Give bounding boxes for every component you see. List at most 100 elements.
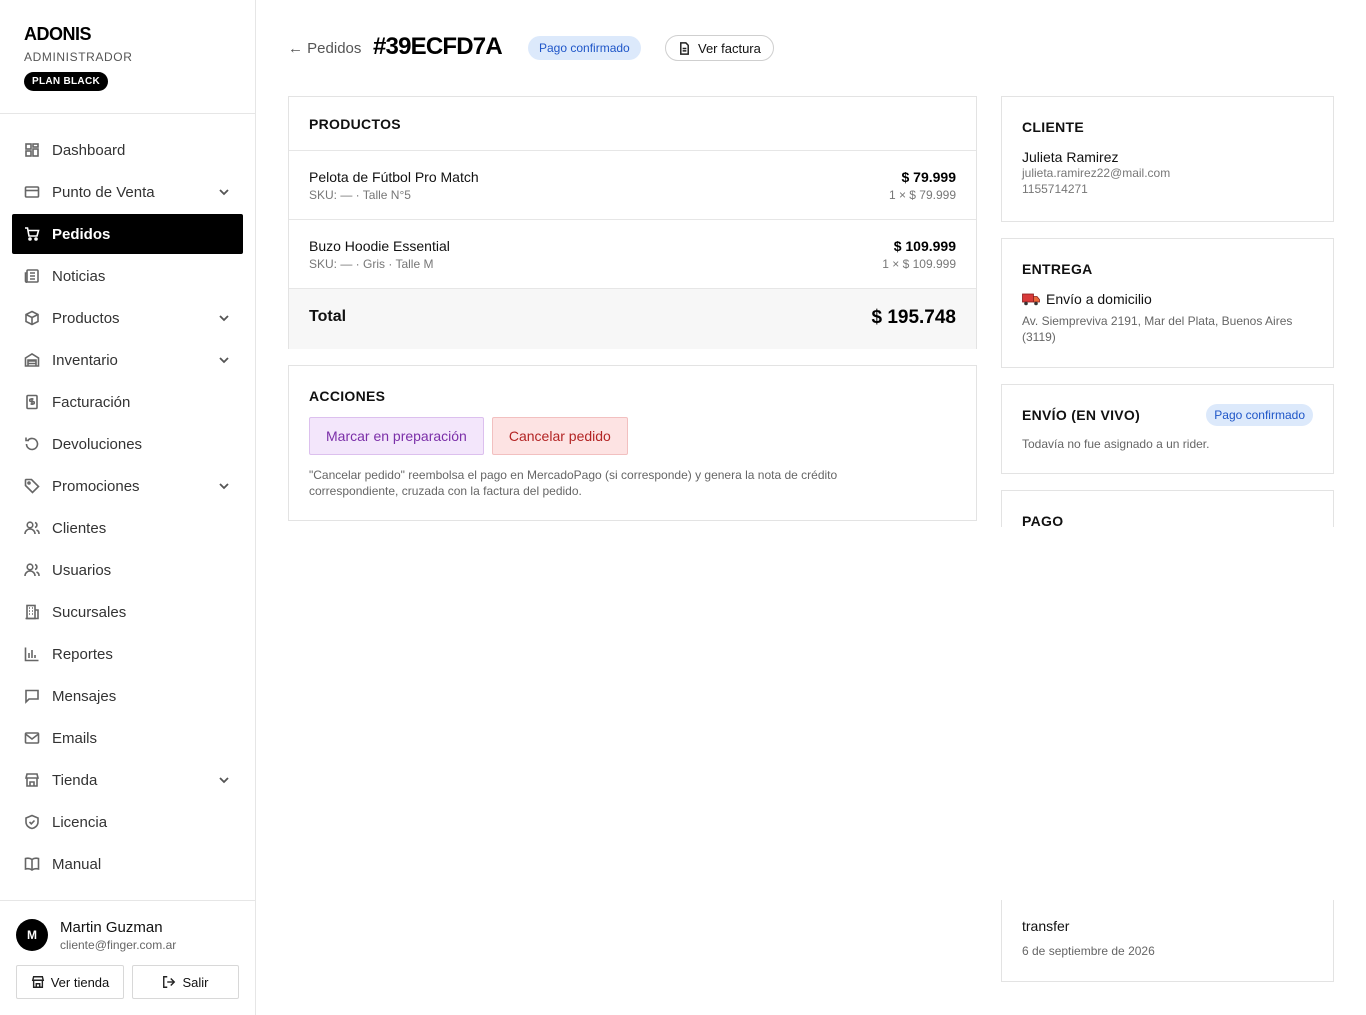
product-row: Pelota de Fútbol Pro Match SKU: — · Tall…: [289, 151, 976, 220]
truck-icon: [1022, 293, 1040, 306]
payment-title: PAGO: [1022, 513, 1064, 527]
sidebar-item-promociones[interactable]: Promociones: [12, 466, 243, 506]
view-invoice-button[interactable]: Ver factura: [665, 35, 774, 61]
cart-icon: [24, 226, 40, 242]
total-value: $ 195.748: [871, 307, 956, 328]
sidebar-item-usuarios[interactable]: Usuarios: [12, 550, 243, 590]
sidebar-item-emails[interactable]: Emails: [12, 718, 243, 758]
mark-preparing-button[interactable]: Marcar en preparación: [309, 417, 484, 455]
view-invoice-label: Ver factura: [698, 40, 761, 56]
sidebar-item-sucursales[interactable]: Sucursales: [12, 592, 243, 632]
sidebar-item-facturacion[interactable]: Facturación: [12, 382, 243, 422]
sidebar-nav: Dashboard Punto de Venta Pedidos Noticias Pr…: [0, 114, 255, 884]
chevron-down-icon[interactable]: [217, 353, 231, 367]
store-icon: [24, 772, 40, 788]
sidebar-item-label: Pedidos: [52, 225, 111, 243]
sidebar: ADONIS ADMINISTRADOR PLAN BLACK Dashboar…: [0, 0, 256, 1015]
sidebar-item-label: Emails: [52, 729, 98, 747]
sidebar-item-licencia[interactable]: Licencia: [12, 802, 243, 842]
users-icon: [24, 520, 40, 536]
product-sku: SKU: — · Talle N°5: [309, 188, 411, 202]
invoice-icon: [24, 394, 40, 410]
client-card: CLIENTE Julieta Ramirez julieta.ramirez2…: [1001, 96, 1334, 222]
actions-card: ACCIONES Marcar en preparación Cancelar …: [288, 365, 977, 521]
plan-badge: PLAN BLACK: [24, 72, 108, 91]
sidebar-item-productos[interactable]: Productos: [12, 298, 243, 338]
sidebar-item-dashboard[interactable]: Dashboard: [12, 130, 243, 170]
view-store-button[interactable]: Ver tienda: [16, 965, 124, 999]
cancel-order-button[interactable]: Cancelar pedido: [491, 417, 628, 455]
book-icon: [24, 856, 40, 872]
message-icon: [24, 688, 40, 704]
live-status-badge: Pago confirmado: [1206, 404, 1313, 426]
chevron-down-icon[interactable]: [217, 773, 231, 787]
sidebar-item-label: Usuarios: [52, 561, 112, 579]
sidebar-item-mensajes[interactable]: Mensajes: [12, 676, 243, 716]
sidebar-item-reportes[interactable]: Reportes: [12, 634, 243, 674]
client-email: julieta.ramirez22@mail.com: [1022, 166, 1171, 180]
sidebar-item-devoluciones[interactable]: Devoluciones: [12, 424, 243, 464]
sidebar-item-label: Mensajes: [52, 687, 117, 705]
avatar: M: [16, 919, 48, 951]
user-email: cliente@finger.com.ar: [60, 938, 177, 952]
logout-button[interactable]: Salir: [132, 965, 239, 999]
sidebar-item-pedidos[interactable]: Pedidos: [12, 214, 243, 254]
sidebar-item-label: Inventario: [52, 351, 118, 369]
sidebar-item-label: Manual: [52, 855, 102, 873]
chevron-down-icon[interactable]: [217, 479, 231, 493]
product-quantity: 1 × $ 109.999: [882, 257, 956, 271]
chevron-down-icon[interactable]: [217, 311, 231, 325]
payment-method: transfer: [1022, 918, 1070, 934]
sidebar-item-tienda[interactable]: Tienda: [12, 760, 243, 800]
sidebar-item-label: Tienda: [52, 771, 98, 789]
total-row: Total $ 195.748: [289, 289, 976, 349]
live-shipping-card: ENVÍO (EN VIVO) Pago confirmado Todavía …: [1001, 384, 1334, 474]
return-icon: [24, 436, 40, 452]
warehouse-icon: [24, 352, 40, 368]
newspaper-icon: [24, 268, 40, 284]
sidebar-item-label: Facturación: [52, 393, 131, 411]
view-store-label: Ver tienda: [50, 974, 110, 990]
sidebar-item-inventario[interactable]: Inventario: [12, 340, 243, 380]
live-shipping-note: Todavía no fue asignado a un rider.: [1022, 437, 1210, 451]
box-icon: [24, 310, 40, 326]
brand-role: ADMINISTRADOR: [24, 50, 133, 64]
status-badge: Pago confirmado: [528, 36, 641, 60]
sidebar-item-label: Sucursales: [52, 603, 127, 621]
sidebar-item-label: Reportes: [52, 645, 113, 663]
bar-chart-icon: [24, 646, 40, 662]
sidebar-item-label: Dashboard: [52, 141, 126, 159]
sidebar-item-punto-de-venta[interactable]: Punto de Venta: [12, 172, 243, 212]
client-name: Julieta Ramirez: [1022, 149, 1119, 165]
pos-icon: [24, 184, 40, 200]
dashboard-icon: [24, 142, 40, 158]
client-phone: 1155714271: [1022, 182, 1088, 196]
sidebar-item-label: Promociones: [52, 477, 140, 495]
client-title: CLIENTE: [1022, 119, 1084, 135]
product-name: Pelota de Fútbol Pro Match: [309, 169, 479, 185]
sidebar-item-noticias[interactable]: Noticias: [12, 256, 243, 296]
product-row: Buzo Hoodie Essential SKU: — · Gris · Ta…: [289, 220, 976, 289]
logout-label: Salir: [182, 974, 209, 990]
brand-block: ADONIS ADMINISTRADOR PLAN BLACK: [0, 0, 255, 114]
chevron-down-icon[interactable]: [217, 185, 231, 199]
sidebar-item-clientes[interactable]: Clientes: [12, 508, 243, 548]
store-icon: [31, 976, 44, 988]
tag-icon: [24, 478, 40, 494]
product-sku: SKU: — · Gris · Talle M: [309, 257, 434, 271]
back-to-orders-link[interactable]: ← Pedidos: [288, 40, 361, 57]
actions-note: "Cancelar pedido" reembolsa el pago en M…: [309, 468, 838, 498]
products-title: PRODUCTOS: [309, 116, 401, 132]
sidebar-item-manual[interactable]: Manual: [12, 844, 243, 884]
product-name: Buzo Hoodie Essential: [309, 238, 450, 254]
sidebar-item-label: Productos: [52, 309, 120, 327]
sidebar-item-label: Clientes: [52, 519, 107, 537]
user-panel: M Martin Guzman cliente@finger.com.ar Ve…: [0, 900, 255, 1015]
delivery-card: ENTREGA Envío a domicilio Av. Siempreviv…: [1001, 238, 1334, 368]
order-id: #39ECFD7A: [373, 33, 503, 60]
sidebar-item-label: Punto de Venta: [52, 183, 155, 201]
delivery-address: Av. Siempreviva 2191, Mar del Plata, Bue…: [1022, 314, 1293, 344]
delivery-mode: Envío a domicilio: [1046, 291, 1152, 307]
delivery-title: ENTREGA: [1022, 261, 1093, 277]
product-quantity: 1 × $ 79.999: [888, 188, 956, 202]
